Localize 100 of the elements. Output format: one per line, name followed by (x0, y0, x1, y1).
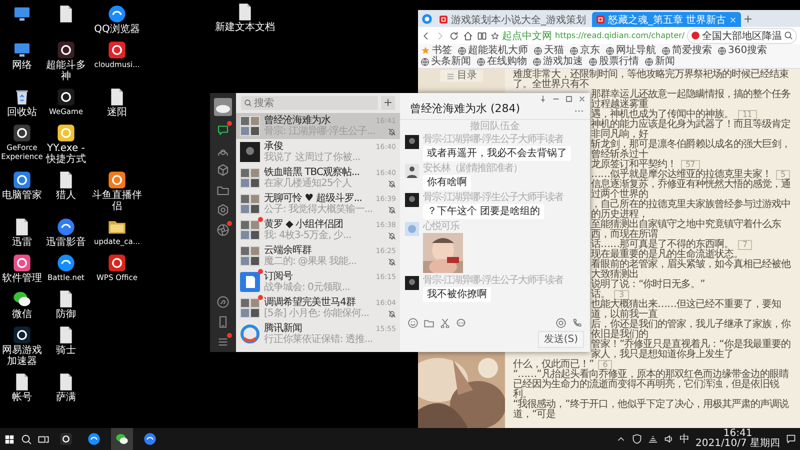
circle-icon (691, 31, 700, 40)
sender-name: 骨宗-江湖异哪-浮生公子大师手读者 (423, 135, 564, 145)
bookmark-link[interactable]: 超能装机大师 (458, 45, 528, 56)
icon-label: 微信 (12, 309, 32, 320)
app-icon[interactable] (107, 253, 127, 273)
app-icon[interactable] (12, 170, 32, 190)
message-preview: 在家几楼通知25个人 (264, 178, 352, 189)
refresh-icon[interactable] (449, 30, 459, 40)
star-icon (421, 46, 430, 55)
avatar[interactable] (405, 276, 419, 290)
app-icon[interactable] (107, 40, 127, 60)
close-icon[interactable] (578, 95, 586, 103)
app-icon[interactable] (107, 170, 127, 190)
message-preview: 战争城会: 0元领取... (264, 282, 350, 293)
avatar[interactable] (405, 164, 419, 178)
aperture-icon[interactable] (217, 224, 229, 236)
globe-icon (718, 46, 726, 54)
chat-bubbles-icon[interactable] (12, 289, 32, 309)
message-preview: 我说了 这周过了你被... (264, 152, 360, 163)
bookmark-link[interactable]: 在线购物 (477, 56, 527, 67)
bookmark-link[interactable]: 头条新闻 (421, 56, 471, 67)
add-button[interactable]: + (381, 96, 395, 110)
avatar[interactable] (405, 193, 419, 207)
avatar[interactable] (214, 98, 232, 116)
search-icon[interactable] (784, 31, 793, 40)
app-icon[interactable] (56, 253, 76, 273)
maximize-icon[interactable] (565, 95, 573, 103)
bookmark-link[interactable]: 360搜索 (718, 45, 768, 56)
icon-label: 网络 (12, 60, 32, 71)
network-icon[interactable] (648, 434, 658, 444)
camera-icon[interactable] (556, 318, 566, 328)
app-icon[interactable] (107, 4, 127, 24)
home-icon[interactable] (463, 30, 473, 40)
new-tab-icon[interactable] (743, 14, 754, 24)
app-icon[interactable] (59, 432, 73, 446)
speaker-icon[interactable] (664, 434, 674, 444)
search-icon (244, 99, 252, 107)
app-icon[interactable] (12, 253, 32, 273)
search-field[interactable]: 搜索 (241, 96, 378, 110)
call-icon[interactable] (572, 318, 582, 328)
app-icon[interactable] (56, 87, 76, 107)
icon-label: YY.exe - 快捷方式 (44, 143, 87, 165)
app-icon[interactable] (12, 325, 32, 345)
app-icon[interactable] (143, 432, 157, 446)
shield-icon[interactable] (632, 434, 642, 444)
tab-title: 怒藏之魂_第五章 世界新古 (608, 14, 726, 26)
app-icon[interactable] (56, 40, 76, 60)
chat-icon[interactable] (217, 124, 229, 136)
paragraph-text: 龙原签订和平契约！ (591, 159, 676, 170)
windows-icon[interactable] (4, 434, 15, 444)
paragraph-text: 话……那可真是了不得的东西啊。 (591, 239, 734, 250)
paragraph-text: 遇，神机也成为了传闻中的神族。 (591, 109, 734, 120)
toc-button[interactable]: 目录 (440, 70, 483, 82)
taskbar-button[interactable] (111, 428, 133, 450)
system-note: 撤回队伍金 (470, 121, 520, 132)
chat-icon[interactable] (456, 318, 466, 328)
paragraph-text: 也能大概猜出来……但这已经不重要了，要知道，以前我一直 (591, 299, 781, 320)
send-button[interactable]: 发送(S) (538, 331, 584, 348)
bookmark-link[interactable]: 网址导航 (606, 45, 656, 56)
bookmark-link[interactable]: 天猫 (534, 45, 564, 56)
bookmark-link[interactable]: 简爱搜索 (662, 45, 712, 56)
globe-icon (458, 46, 466, 54)
paragraph-text: 说明了说：“你时日无多。” (591, 279, 705, 290)
avatar[interactable] (405, 135, 419, 149)
star-icon[interactable] (491, 32, 499, 40)
bookmark-link[interactable]: 京东 (570, 45, 600, 56)
bookmark-link[interactable]: 股票行情 (589, 56, 639, 67)
menu-icon[interactable] (217, 336, 229, 348)
bookmark-link[interactable]: 游戏加速 (533, 56, 583, 67)
emoji-icon[interactable] (408, 318, 418, 328)
pin-icon[interactable] (539, 95, 547, 103)
message-preview: 魔二的: @果果 我能... (264, 256, 356, 267)
browser-tab[interactable]: 游戏策划本小说大全_游戏策划 (435, 12, 590, 27)
chat-bubbles-icon[interactable] (115, 432, 129, 446)
swirl-icon[interactable] (217, 296, 229, 308)
sender-name: 安长林（剧情推部准者） (423, 164, 522, 174)
browser-logo-icon[interactable] (421, 12, 433, 24)
app-icon[interactable] (87, 432, 101, 446)
phone-icon[interactable] (217, 316, 229, 328)
hexagon-icon[interactable] (217, 204, 229, 216)
paragraph-text: 现在最重要的是凡的生命流逝状态。 (591, 249, 743, 260)
app-icon[interactable] (56, 217, 76, 237)
bookmark-link[interactable]: 书签 (421, 45, 452, 56)
paragraph-text: ……似乎就是摩尔达维亚的拉德克里夫家！ (591, 169, 772, 180)
message-bubble: 你有啥啊 (423, 175, 471, 190)
paragraph-text: 看眼前的老管家，眉头紧皱，如今真相已经被他大致猜测出 (591, 259, 790, 280)
group-avatar (240, 246, 260, 266)
chat-name: 云端余晖群 (264, 245, 312, 256)
notification-icon[interactable] (786, 434, 796, 444)
icon-label: 猎人 (56, 190, 76, 201)
group-avatar (240, 168, 260, 188)
app-icon[interactable] (56, 123, 76, 143)
scissors-icon[interactable] (440, 318, 450, 328)
input-method-indicator[interactable]: 中 (680, 432, 690, 446)
app-icon[interactable] (12, 123, 32, 143)
bookmark-link[interactable]: 新闻 (645, 56, 675, 67)
tab-title: 游戏策划本小说大全_游戏策划 (451, 14, 586, 26)
address-field[interactable]: 起点中文网 https://read.qidian.com/chapter/ (491, 28, 683, 42)
task-view-icon[interactable] (38, 434, 49, 444)
cube-icon[interactable] (217, 164, 229, 176)
